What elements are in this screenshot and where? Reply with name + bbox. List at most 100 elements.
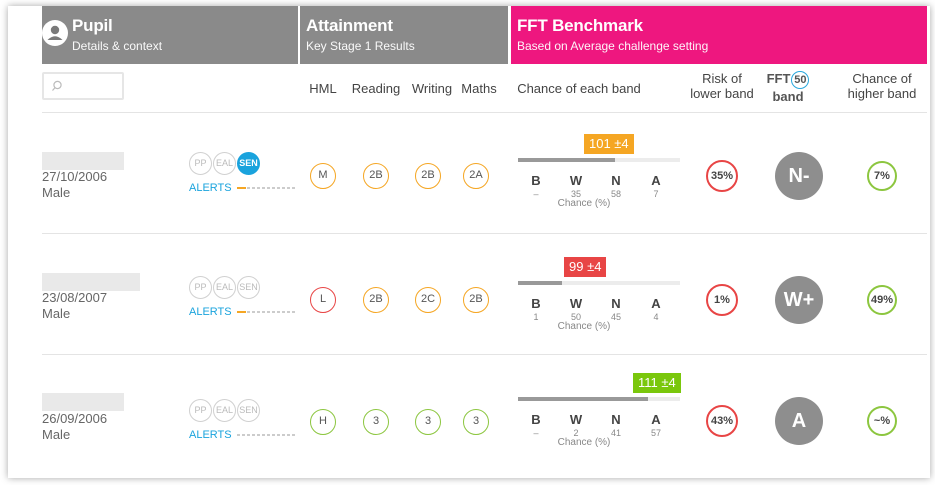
flag-pp[interactable]: PP [189,399,212,422]
fft-50-badge: 50 [791,71,810,89]
alerts-link[interactable]: ALERTS [189,182,295,194]
chance-label: Chance (%) [557,321,611,332]
benchmark-bar [518,158,680,162]
pupil-name-redacted[interactable] [42,393,124,411]
band-letter-a: A [651,296,661,311]
fft-header-title: FFT Benchmark [517,16,643,35]
risk-lower-band: 35% [706,160,738,192]
fft-header: FFT Benchmark Based on Average challenge… [511,6,927,64]
grade-hml: L [310,287,336,313]
col-hml: HML [309,81,337,96]
col-fft-band: FFT 50 band [761,71,815,105]
alerts-label: ALERTS [189,429,232,441]
pupil-gender: Male [42,185,71,200]
benchmark-bar-fill [518,397,648,401]
benchmark-score: 111 ±4 [633,373,681,393]
pupil-dob: 26/09/2006 [42,411,108,426]
pupil-row[interactable]: 26/09/2006 Male PP EAL SEN ALERTS H 3 3 3 111 ±4 B –… [8,355,930,475]
risk-lower-band: 1% [706,284,738,316]
pupil-row[interactable]: 23/08/2007 Male PP EAL SEN ALERTS L 2B 2C 2B 99 ±4… [8,234,930,354]
pupil-name-redacted[interactable] [42,273,140,291]
benchmark-score: 99 ±4 [564,257,607,277]
alerts-label: ALERTS [189,182,232,194]
app-frame: Pupil Details & context Attainment Key S… [8,6,930,478]
grade-reading: 2B [363,163,389,189]
col-maths: Maths [461,81,497,96]
col-risk-lower-band: Risk of lower band [684,71,760,101]
chance-higher-band: 7% [867,161,897,191]
flag-sen[interactable]: SEN [237,152,260,175]
grade-maths: 3 [463,409,489,435]
grade-writing: 2C [415,287,441,313]
grade-writing: 3 [415,409,441,435]
band-letter-w: W [569,296,583,311]
band-chance-b: – [533,428,539,438]
col-fft-band-prefix: FFT [766,71,791,86]
chance-higher-band: ~% [867,406,897,436]
fft-band-circle: N- [775,152,823,200]
chance-higher-band: 49% [867,285,897,315]
col-writing: Writing [411,81,453,96]
pupil-name-redacted[interactable] [42,152,124,170]
pupil-dob: 23/08/2007 [42,290,108,305]
band-chance-b: 1 [533,312,539,322]
flag-pp[interactable]: PP [189,152,212,175]
flag-sen[interactable]: SEN [237,399,260,422]
band-letter-b: B [531,412,541,427]
flag-eal[interactable]: EAL [213,399,236,422]
alerts-indicator [236,187,295,190]
pupil-row[interactable]: 27/10/2006 Male PP EAL SEN ALERTS M 2B 2B 2A 101 ±… [8,113,930,233]
band-chance-b: – [533,189,539,199]
col-higher-line2: higher band [847,86,917,101]
flag-sen[interactable]: SEN [237,276,260,299]
alerts-link[interactable]: ALERTS [189,306,295,318]
grade-reading: 3 [363,409,389,435]
fft-header-subtitle: Based on Average challenge setting [517,39,709,53]
col-risk-line1: Risk of [702,71,742,86]
pupil-gender: Male [42,427,71,442]
benchmark-score: 101 ±4 [584,134,634,154]
fft-band-circle: W+ [775,276,823,324]
benchmark-bar-fill [518,158,616,162]
pupil-header-subtitle: Details & context [72,39,163,53]
band-letter-b: B [531,296,541,311]
band-letter-n: N [611,412,621,427]
attainment-header-title: Attainment [306,16,393,35]
col-reading: Reading [351,81,401,96]
chance-label: Chance (%) [557,437,611,448]
fft-band-circle: A [775,397,823,445]
alerts-label: ALERTS [189,306,232,318]
band-letter-a: A [651,173,661,188]
band-chance-a: 4 [653,312,659,322]
benchmark-bar [518,281,680,285]
attainment-header: Attainment Key Stage 1 Results [300,6,508,64]
benchmark-bar-fill [518,281,562,285]
pupil-gender: Male [42,306,71,321]
pupil-header-title: Pupil [72,16,113,35]
col-chance-each-band: Chance of each band [517,81,641,96]
grade-maths: 2B [463,287,489,313]
band-chance-a: 57 [650,428,661,438]
user-icon [42,20,68,46]
alerts-indicator [236,434,295,437]
band-letter-n: N [611,173,621,188]
search-icon [52,80,62,91]
grade-reading: 2B [363,287,389,313]
col-higher-line1: Chance of [852,71,912,86]
flag-eal[interactable]: EAL [213,276,236,299]
search-input[interactable] [42,72,124,100]
grade-writing: 2B [415,163,441,189]
col-fft-band-line2: band [772,89,804,104]
band-letter-w: W [569,173,583,188]
alerts-indicator [236,311,295,314]
pupil-dob: 27/10/2006 [42,169,108,184]
grade-hml: M [310,163,336,189]
flag-pp[interactable]: PP [189,276,212,299]
band-letter-b: B [531,173,541,188]
benchmark-bar [518,397,680,401]
band-letter-w: W [569,412,583,427]
grade-maths: 2A [463,163,489,189]
flag-eal[interactable]: EAL [213,152,236,175]
band-letter-a: A [651,412,661,427]
alerts-link[interactable]: ALERTS [189,429,295,441]
